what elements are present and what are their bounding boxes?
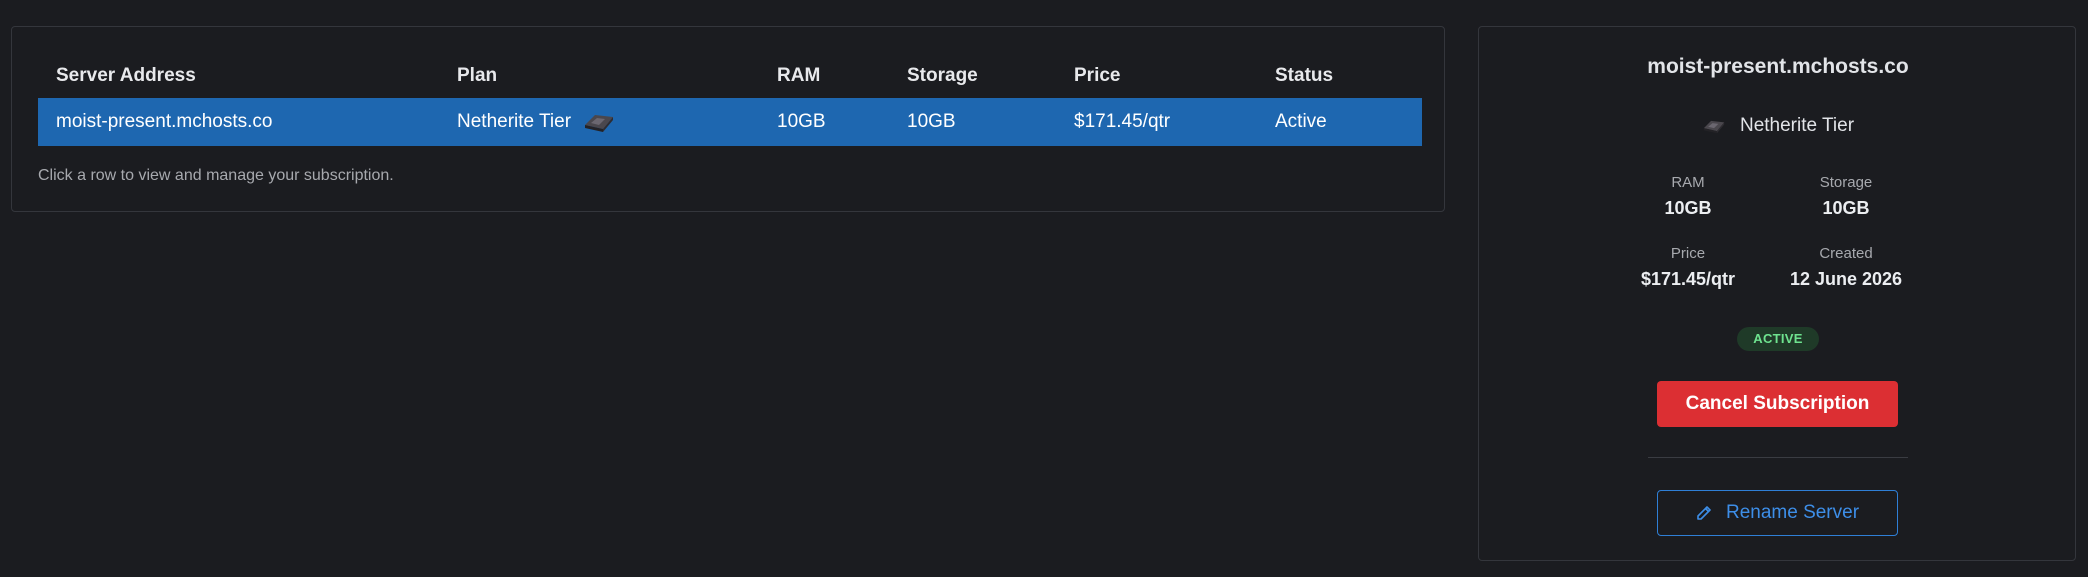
detail-price: Price $171.45/qtr <box>1608 244 1768 290</box>
header-ram: RAM <box>777 65 821 86</box>
detail-server-title: moist-present.mchosts.co <box>1647 55 1909 78</box>
header-price: Price <box>1074 65 1121 86</box>
subscriptions-table: Server Address Plan RAM Storage Price St… <box>38 54 1422 146</box>
header-plan: Plan <box>457 65 498 86</box>
status-badge: ACTIVE <box>1737 327 1819 351</box>
detail-created-value: 12 June 2026 <box>1789 269 1903 289</box>
detail-plan: Netherite Tier <box>1479 115 2077 137</box>
cell-status: Active <box>1275 111 1327 132</box>
cell-server-address: moist-present.mchosts.co <box>56 111 273 132</box>
table-header-row: Server Address Plan RAM Storage Price St… <box>38 54 1422 98</box>
header-server-address: Server Address <box>56 65 196 86</box>
cell-ram: 10GB <box>777 111 826 132</box>
detail-created-label: Created <box>1819 245 1873 262</box>
detail-storage-label: Storage <box>1819 174 1873 191</box>
header-storage: Storage <box>907 65 978 86</box>
detail-created: Created 12 June 2026 <box>1766 244 1926 290</box>
cell-plan: Netherite Tier <box>457 111 777 133</box>
detail-ram-label: RAM <box>1671 174 1705 191</box>
table-hint-text: Click a row to view and manage your subs… <box>38 167 394 184</box>
header-status: Status <box>1275 65 1334 86</box>
detail-price-value: $171.45/qtr <box>1640 269 1736 289</box>
netherite-ingot-icon <box>585 115 614 132</box>
table-row[interactable]: moist-present.mchosts.co Netherite Tier … <box>38 98 1422 146</box>
detail-ram: RAM 10GB <box>1608 173 1768 219</box>
detail-price-label: Price <box>1670 245 1706 262</box>
subscriptions-table-panel: Server Address Plan RAM Storage Price St… <box>11 26 1445 212</box>
detail-storage-value: 10GB <box>1822 198 1870 218</box>
divider <box>1648 457 1908 458</box>
rename-server-label: Rename Server <box>1725 502 1860 523</box>
cell-plan-label: Netherite Tier <box>457 111 572 132</box>
subscription-detail-panel: moist-present.mchosts.co Netherite Tier … <box>1478 26 2076 561</box>
detail-plan-label: Netherite Tier <box>1739 115 1855 136</box>
subscriptions-page: Server Address Plan RAM Storage Price St… <box>0 0 2088 577</box>
pencil-icon <box>1697 506 1711 520</box>
detail-storage: Storage 10GB <box>1766 173 1926 219</box>
detail-ram-value: 10GB <box>1664 198 1712 218</box>
cell-storage: 10GB <box>907 111 956 132</box>
cancel-subscription-button[interactable]: Cancel Subscription <box>1657 381 1898 427</box>
cell-price: $171.45/qtr <box>1074 111 1171 132</box>
rename-server-button[interactable]: Rename Server <box>1657 490 1898 536</box>
netherite-ingot-icon <box>1703 120 1725 134</box>
